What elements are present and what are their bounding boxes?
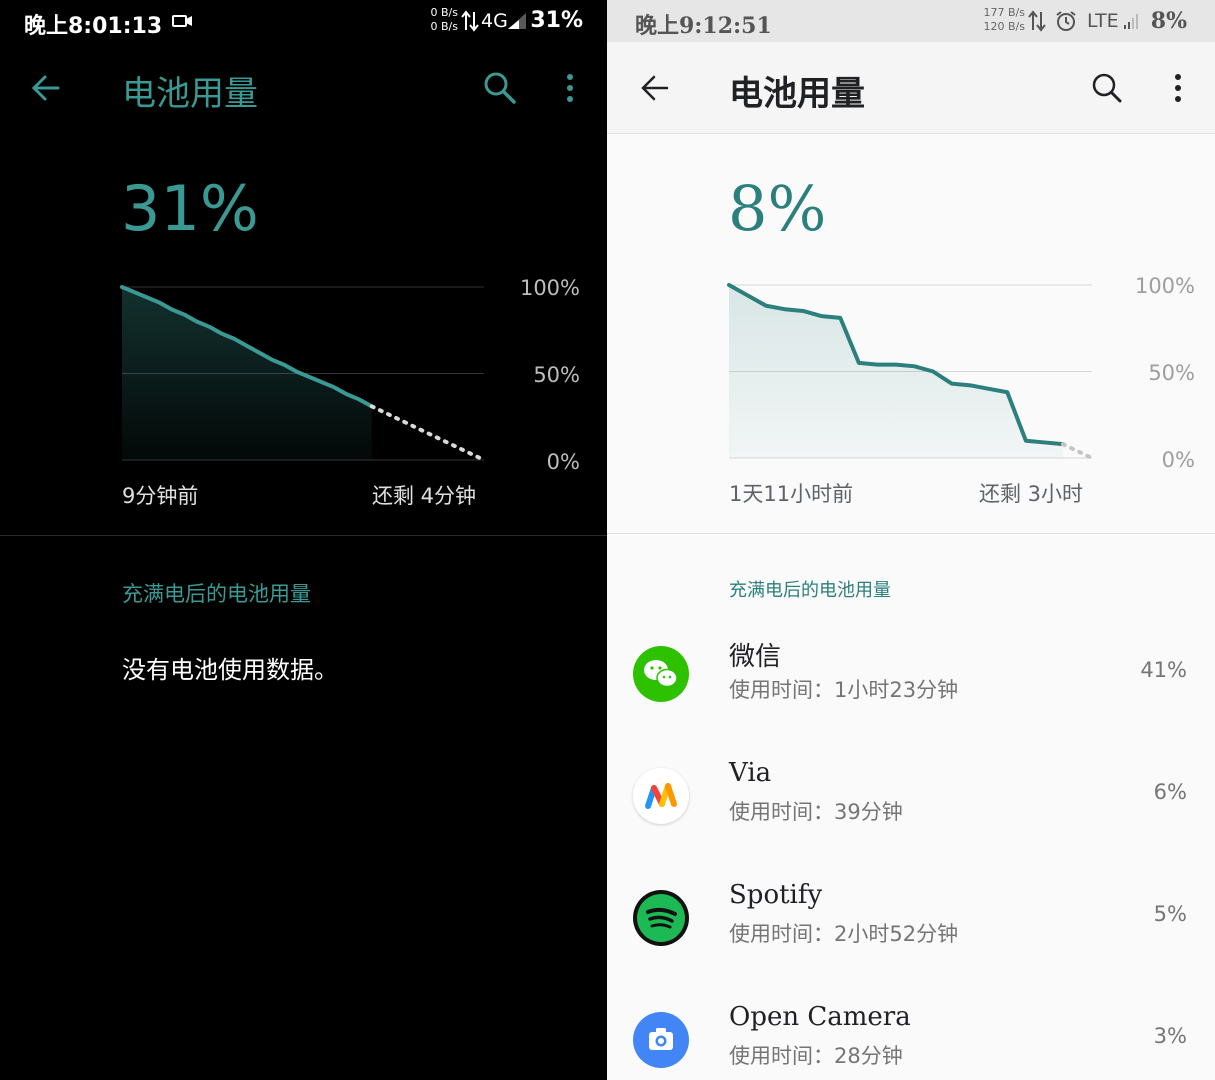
data-transfer-icon [1028,10,1046,36]
app-toolbar: 电池用量 [607,42,1215,134]
status-time: 晚上9:12:51 [635,13,772,39]
battery-chart: 100% 50% 0% 1天11小时前 还剩 3小时 [607,270,1215,520]
page-title: 电池用量 [729,74,865,114]
empty-message: 没有电池使用数据。 [122,656,338,684]
app-usage-time: 使用时间：39分钟 [729,800,903,824]
y-tick-100: 100% [519,276,580,300]
section-header: 充满电后的电池用量 [729,580,891,601]
page-title: 电池用量 [122,74,258,114]
more-options-icon[interactable] [558,68,582,108]
app-row-spotify[interactable]: Spotify 使用时间：2小时52分钟 5% [607,862,1215,984]
right-screenshot: 晚上9:12:51 177 B/s 120 B/s LTE 8% 电池用量 8% [607,0,1215,1080]
back-arrow-icon[interactable] [26,68,66,108]
app-name: Open Camera [729,1002,911,1032]
rate-up: 0 B/s [430,6,458,19]
rate-down: 0 B/s [430,20,458,33]
left-screenshot: 晚上8:01:13 0 B/s 0 B/s 4G 31% 电池用量 31% 10… [0,0,607,1080]
more-options-icon[interactable] [1166,68,1190,108]
data-transfer-icon [461,10,479,36]
app-row-wechat[interactable]: 微信 使用时间：1小时23分钟 41% [607,618,1215,740]
battery-level: 31% [530,8,583,33]
app-usage-time: 使用时间：28分钟 [729,1044,903,1068]
app-percent: 6% [1153,780,1187,804]
search-icon[interactable] [1087,68,1127,108]
network-type: 4G [481,10,508,32]
app-toolbar: 电池用量 [0,42,607,134]
app-usage-time: 使用时间：2小时52分钟 [729,922,959,946]
battery-percentage: 8% [728,172,827,245]
signal-icon [507,12,527,34]
battery-chart-svg [727,283,1094,460]
y-tick-50: 50% [1148,361,1195,385]
x-start-label: 9分钟前 [122,484,199,508]
app-name: 微信 [729,642,782,672]
projection-line [369,404,486,462]
spotify-icon [633,890,689,946]
x-end-label: 还剩 4分钟 [372,484,477,508]
network-type: LTE [1087,10,1119,32]
app-percent: 3% [1153,1024,1187,1048]
y-tick-50: 50% [533,363,580,387]
divider [607,533,1215,534]
battery-percentage: 31% [121,172,259,245]
y-tick-0: 0% [1161,448,1195,472]
battery-chart: 100% 50% 0% 9分钟前 还剩 4分钟 [0,270,607,520]
wechat-icon [633,646,689,702]
rate-down: 120 B/s [983,20,1025,33]
y-tick-0: 0% [546,450,580,474]
battery-level: 8% [1150,8,1187,34]
via-icon [633,768,689,824]
app-percent: 41% [1140,658,1187,682]
network-rate: 0 B/s 0 B/s [420,6,458,34]
signal-icon [1123,12,1141,34]
app-name: Via [729,758,772,788]
app-percent: 5% [1153,902,1187,926]
camera-icon [633,1012,689,1068]
status-bar: 晚上9:12:51 177 B/s 120 B/s LTE 8% [607,0,1215,42]
battery-chart-svg [120,285,486,462]
network-rate: 177 B/s 120 B/s [965,6,1025,34]
alarm-icon [1055,10,1077,36]
app-name: Spotify [729,880,823,910]
screen-record-icon [172,13,194,33]
x-start-label: 1天11小时前 [729,482,854,506]
back-arrow-icon[interactable] [635,68,675,108]
projection-line [1060,442,1094,460]
section-header: 充满电后的电池用量 [122,582,311,606]
app-row-open-camera[interactable]: Open Camera 使用时间：28分钟 3% [607,984,1215,1080]
rate-up: 177 B/s [983,6,1025,19]
divider [0,535,607,536]
app-usage-time: 使用时间：1小时23分钟 [729,678,959,702]
app-row-via[interactable]: Via 使用时间：39分钟 6% [607,740,1215,862]
x-end-label: 还剩 3小时 [979,482,1084,506]
y-tick-100: 100% [1134,274,1195,298]
status-bar: 晚上8:01:13 0 B/s 0 B/s 4G 31% [0,0,607,42]
status-time: 晚上8:01:13 [24,14,163,39]
search-icon[interactable] [480,68,520,108]
